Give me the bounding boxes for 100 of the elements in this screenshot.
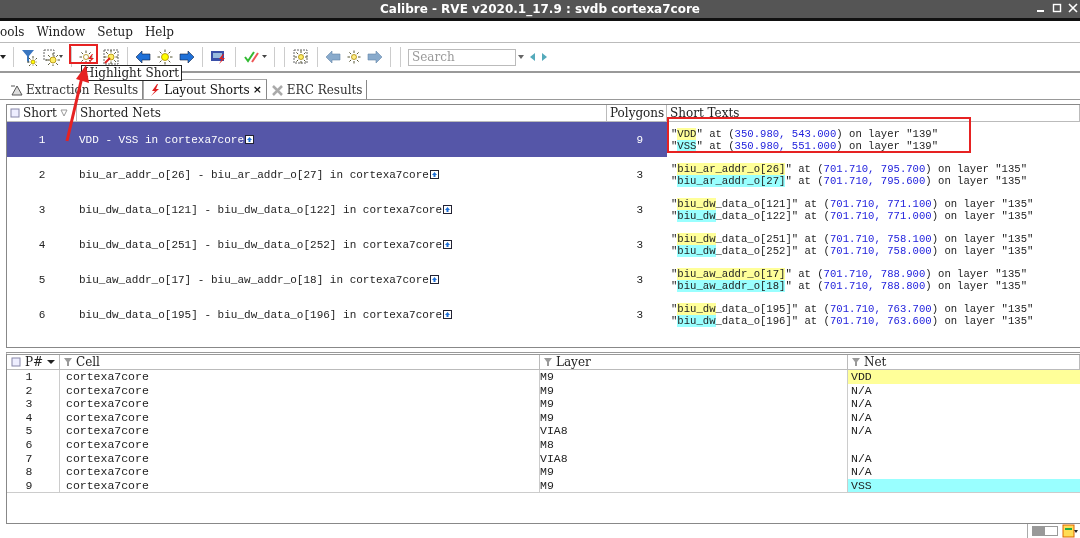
table-cell-text: 3 [635,273,644,286]
table-cell: M9 [540,397,848,411]
maximize-icon[interactable] [1052,3,1062,13]
table-cell-text: 3 [635,203,644,216]
short-text-line: "VDD" at (350.980, 543.000) on layer "139" [671,127,940,140]
table-cell: VSS [848,478,1080,493]
table-cell: VDD - VSS in cortexa7core [79,133,245,146]
sun-icon[interactable] [156,48,174,66]
table-cell: cortexa7core [60,465,540,479]
table-cell-text: N/A [850,424,873,438]
table-cell-text: N/A [850,465,873,479]
table-cell: cortexa7core [60,383,540,398]
next-icon[interactable] [541,52,548,62]
arrow-left-icon[interactable] [135,49,151,65]
tab[interactable]: Layout Shorts × [143,79,267,99]
column-header[interactable]: Short [23,106,57,120]
table-row[interactable]: 3 biu_dw_data_o[121] - biu_dw_data_o[122] in cortexa7core 3 "biu_dw_data_o[121]" at (701.710, 771.100) on layer "135" "biu_dw_data_o[122]" at (701.710, 771.000) on layer "135" [7,192,1080,227]
short-text-line: "biu_dw_data_o[196]" at (701.710, 763.600) on layer "135" [671,314,1035,327]
search-field[interactable]: Search [408,48,516,66]
filter-icon[interactable] [21,48,37,66]
monitor-icon[interactable] [210,48,228,66]
table-cell-text: 3 [635,238,644,251]
zoom-selection-icon[interactable] [292,48,310,66]
column-header[interactable]: Short Texts [670,106,740,120]
annotation-box [69,44,98,64]
column-header[interactable]: Layer [556,355,591,369]
table-cell-text: 5 [37,273,47,286]
table-cell: cortexa7core [60,370,540,384]
table-row[interactable]: 6 biu_dw_data_o[195] - biu_dw_data_o[196] in cortexa7core 3 "biu_dw_data_o[195]" at (701.710, 763.700) on layer "135" "biu_dw_data_o[196]" at (701.710, 763.600) on layer "135" [7,297,1080,332]
expand-icon[interactable] [245,135,255,144]
table-cell: 8 [7,465,60,479]
filter-icon[interactable] [852,357,860,367]
menu-item[interactable]: Window [36,24,86,39]
expand-icon[interactable] [429,170,439,179]
filter-icon[interactable] [64,357,72,367]
previous-icon[interactable] [529,52,536,62]
table-cell-text: 3 [635,308,644,321]
table-cell: 9 [7,478,60,493]
table-cell-text: N/A [850,383,873,398]
table-cell-text: 6 [37,308,47,321]
window-title: Calibre - RVE v2020.1_17.9 : svdb cortexa7core [380,2,700,16]
table-cell: VDD [848,370,1080,384]
highlight-polygons-icon[interactable] [102,48,120,66]
tab[interactable]: ERC Results [266,80,368,99]
menu-item[interactable]: Setup [97,24,133,39]
table-cell: M9 [540,465,848,479]
table-row[interactable]: 1 VDD - VSS in cortexa7core 9 "VDD" at (350.980, 543.000) on layer "139" "VSS" at (350.980, 551.000) on layer "139" [7,122,1080,157]
arrow-right-icon[interactable] [179,49,195,65]
short-text-line: "biu_dw_data_o[195]" at (701.710, 763.700) on layer "135" [671,302,1035,315]
column-header[interactable]: P# [25,355,44,369]
tab-close-button[interactable]: × [252,83,262,96]
table-cell: biu_dw_data_o[251] - biu_dw_data_o[252] in cortexa7core [79,238,443,251]
table-row[interactable]: 4 biu_dw_data_o[251] - biu_dw_data_o[252] in cortexa7core 3 "biu_dw_data_o[251]" at (701.710, 758.100) on layer "135" "biu_dw_data_o[252]" at (701.710, 758.000) on layer "135" [7,227,1080,262]
table-cell: M9 [540,383,848,398]
layout-icon[interactable] [1062,524,1078,538]
extraction-icon [10,82,23,97]
short-text-line: "biu_ar_addr_o[27]" at (701.710, 795.600) on layer "135" [671,174,1029,187]
table-cell-text: N/A [850,397,873,411]
table-row[interactable]: 2 biu_ar_addr_o[26] - biu_ar_addr_o[27] in cortexa7core 3 "biu_ar_addr_o[26]" at (701.710, 795.700) on layer "135" "biu_ar_addr_o[27]" at (701.710, 795.600) on layer "135" [7,157,1080,192]
expand-icon[interactable] [443,205,453,214]
table-cell: cortexa7core [60,397,540,411]
expand-icon[interactable] [429,275,439,284]
table-cell: biu_ar_addr_o[26] - biu_ar_addr_o[27] in cortexa7core [79,168,429,181]
menu-item[interactable]: ools [0,24,25,39]
table-cell: 4 [7,410,60,425]
menu-item[interactable]: Help [144,24,174,39]
short-text-line: "biu_aw_addr_o[17]" at (701.710, 788.900) on layer "135" [671,267,1029,280]
table-cell-text: 9 [635,133,644,146]
table-cell: 3 [7,397,60,411]
column-header[interactable]: Polygons [610,106,665,120]
table-cell: VIA8 [540,451,848,466]
dropdown-caret-icon[interactable] [47,359,56,365]
short-text-line: "biu_dw_data_o[252]" at (701.710, 758.000) on layer "135" [671,244,1035,257]
column-header[interactable]: Net [864,355,887,369]
expand-icon[interactable] [443,240,453,249]
table-cell-text: 3 [635,168,644,181]
table-cell: cortexa7core [60,410,540,425]
column-header[interactable]: Cell [76,355,100,369]
table-cell: 1 [7,370,60,384]
table-cell: 7 [7,451,60,466]
close-icon[interactable] [1068,3,1078,13]
table-cell: cortexa7core [60,437,540,452]
table-cell: 6 [7,437,60,452]
table-cell-text: N/A [850,451,873,466]
table-cell: VIA8 [540,424,848,438]
table-row[interactable]: 5 biu_aw_addr_o[17] - biu_aw_addr_o[18] in cortexa7core 3 "biu_aw_addr_o[17]" at (701.710, 788.900) on layer "135" "biu_aw_addr_o[18]" at (701.710, 788.800) on layer "135" [7,262,1080,297]
table-cell-text: 1 [37,133,47,146]
table-cell: cortexa7core [60,451,540,466]
table-cell-text: 2 [37,168,47,181]
short-text-line: "biu_dw_data_o[121]" at (701.710, 771.100) on layer "135" [671,197,1035,210]
table-cell: 5 [7,424,60,438]
expand-icon[interactable] [443,310,453,319]
selection-icon[interactable] [42,48,64,66]
table-cell-text: 4 [37,238,47,251]
short-text-line: "biu_ar_addr_o[26]" at (701.710, 795.700) on layer "135" [671,162,1029,175]
filter-icon[interactable] [544,357,552,367]
column-header[interactable]: Shorted Nets [80,106,161,120]
table-cell: cortexa7core [60,424,540,438]
table-cell: cortexa7core [60,478,540,493]
table-cell: biu_dw_data_o[121] - biu_dw_data_o[122] in cortexa7core [79,203,443,216]
